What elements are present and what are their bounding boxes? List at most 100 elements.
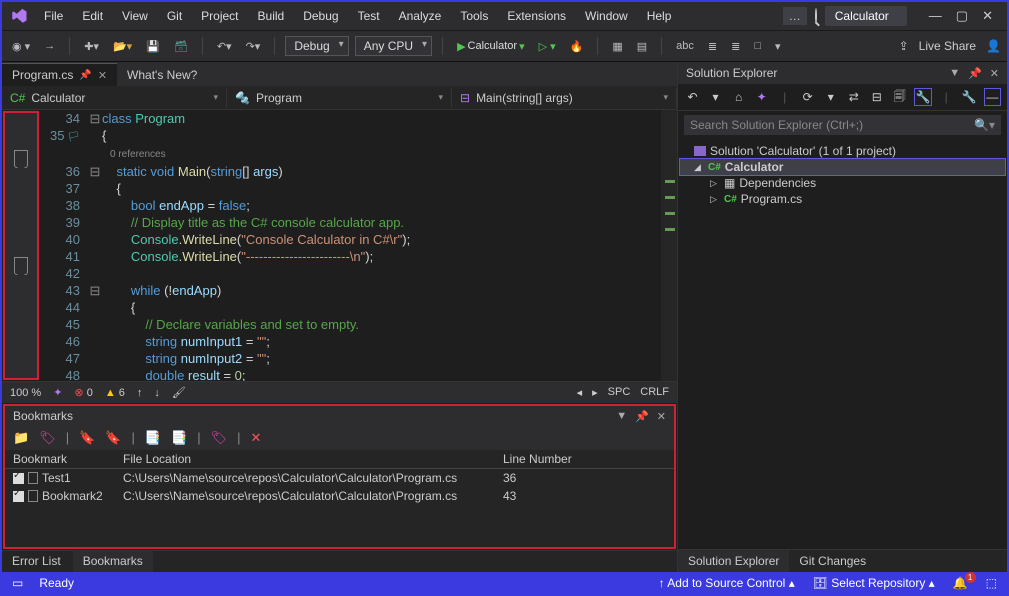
undo-button[interactable]: ↶▾ — [213, 38, 236, 55]
bm-disable-icon[interactable]: 🏷 — [211, 430, 228, 446]
config-combo[interactable]: Debug — [285, 36, 348, 56]
bookmark-marker-icon[interactable] — [14, 258, 28, 275]
menu-git[interactable]: Git — [159, 6, 190, 26]
comment-icon[interactable]: □ — [750, 38, 765, 54]
indent-mode[interactable]: SPC — [608, 386, 631, 399]
maximize-button[interactable]: ▢ — [956, 8, 968, 24]
solexp-close-icon[interactable]: ✕ — [990, 67, 999, 80]
wrench-icon[interactable]: 🔧 — [961, 88, 978, 106]
brush-icon[interactable]: 🖌 — [172, 386, 186, 399]
nav-up-icon[interactable]: ↑ — [137, 387, 143, 399]
bm-delete-icon[interactable]: ✕ — [251, 430, 262, 446]
switch-view-icon[interactable]: ⇄ — [845, 88, 862, 106]
title-search[interactable]: Calculator — [825, 6, 907, 26]
menu-tools[interactable]: Tools — [452, 6, 496, 26]
bookmark-checkbox[interactable] — [13, 491, 24, 502]
bm-prev-folder-icon[interactable]: 📑 — [145, 430, 161, 446]
properties-icon[interactable]: — — [984, 88, 1001, 106]
bm-new-icon[interactable]: 🏷 — [39, 430, 56, 446]
tool-abc-icon[interactable]: abc — [672, 38, 698, 54]
tool-icon-1[interactable]: ▦ — [608, 38, 626, 55]
bm-next-folder-icon[interactable]: 📑 — [171, 430, 187, 446]
live-share-button[interactable]: Live Share — [919, 39, 976, 53]
code-line[interactable]: 39 // Display title as the C# console ca… — [40, 214, 677, 231]
notifications-icon[interactable]: 🔔 — [953, 576, 968, 590]
tab-solution-explorer[interactable]: Solution Explorer — [678, 550, 789, 572]
menu-file[interactable]: File — [36, 6, 71, 26]
search-icon[interactable] — [815, 9, 817, 23]
code-line[interactable]: 47 string numInput2 = ""; — [40, 350, 677, 367]
tab-error-list[interactable]: Error List — [2, 551, 71, 572]
add-source-control[interactable]: ↑ Add to Source Control ▴ — [659, 576, 795, 590]
zoom-level[interactable]: 100 % — [10, 387, 41, 399]
new-item-button[interactable]: ✚▾ — [80, 38, 103, 55]
menu-edit[interactable]: Edit — [74, 6, 111, 26]
menu-extensions[interactable]: Extensions — [499, 6, 574, 26]
dependencies-node[interactable]: ▷▦Dependencies — [680, 175, 1005, 191]
close-tab-icon[interactable]: ✕ — [98, 69, 107, 82]
code-line[interactable]: 38 bool endApp = false; — [40, 197, 677, 214]
code-line[interactable]: 45 // Declare variables and set to empty… — [40, 316, 677, 333]
back-icon[interactable]: ↶ — [684, 88, 701, 106]
scroll-left-icon[interactable]: ◂ — [577, 386, 583, 399]
line-ending[interactable]: CRLF — [640, 386, 669, 399]
tab-git-changes[interactable]: Git Changes — [789, 550, 876, 572]
home-icon[interactable]: ⌂ — [730, 88, 747, 106]
menu-view[interactable]: View — [114, 6, 156, 26]
tab-whats-new[interactable]: What's New? — [117, 64, 207, 86]
menu-build[interactable]: Build — [250, 6, 293, 26]
overflow-menu[interactable]: … — [783, 7, 807, 25]
bookmark-marker-icon[interactable] — [14, 151, 28, 168]
nav-project-combo[interactable]: C#Calculator — [2, 88, 227, 108]
refresh-icon[interactable]: ⟳ — [799, 88, 816, 106]
sync-icon[interactable]: ✦ — [753, 88, 770, 106]
code-line[interactable]: 34⊟class Program — [40, 110, 677, 127]
bookmark-row[interactable]: Test1C:\Users\Name\source\repos\Calculat… — [5, 469, 674, 487]
solution-node[interactable]: Solution 'Calculator' (1 of 1 project) — [680, 143, 1005, 159]
bm-prev-icon[interactable]: 🔖 — [79, 430, 95, 446]
code-line[interactable]: 37 { — [40, 180, 677, 197]
show-all-icon[interactable]: 🗐 — [891, 88, 908, 106]
account-icon[interactable]: 👤 — [986, 39, 1001, 53]
uncomment-icon[interactable]: ▾ — [771, 38, 785, 55]
open-button[interactable]: 📂▾ — [109, 38, 136, 55]
perf-icon[interactable]: ⬚ — [986, 576, 997, 590]
indent-icon[interactable]: ≣ — [727, 38, 744, 55]
share-icon[interactable]: ⇪ — [899, 39, 909, 53]
tab-bookmarks[interactable]: Bookmarks — [73, 551, 153, 572]
code-line[interactable]: 44 { — [40, 299, 677, 316]
menu-analyze[interactable]: Analyze — [391, 6, 450, 26]
scroll-right-icon[interactable]: ▸ — [592, 386, 598, 399]
solexp-pin-icon[interactable]: 📌 — [968, 67, 982, 80]
error-icon[interactable]: ⊗ — [74, 387, 83, 399]
code-line[interactable]: 48 double result = 0; — [40, 367, 677, 381]
panel-dropdown-icon[interactable]: ▼ — [616, 410, 627, 423]
output-icon[interactable]: ▭ — [12, 576, 23, 590]
back-button[interactable]: ◉ ▾ — [8, 38, 34, 55]
code-line[interactable]: 46 string numInput1 = ""; — [40, 333, 677, 350]
menu-debug[interactable]: Debug — [295, 6, 346, 26]
solexp-dropdown-icon[interactable]: ▼ — [949, 67, 960, 80]
pin-icon[interactable]: 📌 — [79, 70, 91, 81]
program-cs-node[interactable]: ▷C#Program.cs — [680, 191, 1005, 207]
solexp-search[interactable]: Search Solution Explorer (Ctrl+;)🔍▾ — [684, 115, 1001, 135]
scroll-minimap[interactable] — [661, 110, 677, 381]
hot-reload-icon[interactable]: 🔥 — [566, 38, 588, 55]
save-button[interactable]: 💾 — [142, 38, 164, 55]
close-button[interactable]: ✕ — [982, 8, 993, 24]
menu-project[interactable]: Project — [193, 6, 246, 26]
search-go-icon[interactable]: 🔍▾ — [974, 118, 995, 132]
select-repository[interactable]: 🗄 Select Repository ▴ — [813, 576, 935, 590]
preview-icon[interactable]: 🔧 — [914, 88, 931, 106]
code-line[interactable]: 42 — [40, 265, 677, 282]
code-line[interactable]: 35 🏳{ — [40, 127, 677, 146]
code-line[interactable]: 41 Console.WriteLine("------------------… — [40, 248, 677, 265]
bookmark-checkbox[interactable] — [13, 473, 24, 484]
redo-button[interactable]: ↷▾ — [242, 38, 265, 55]
health-icon[interactable]: ✦ — [53, 386, 62, 399]
bm-new-folder-icon[interactable]: 📁 — [13, 430, 29, 446]
run-button[interactable]: ▶ Calculator ▾ — [453, 38, 529, 55]
code-line[interactable]: 36⊟ static void Main(string[] args) — [40, 163, 677, 180]
tab-program-cs[interactable]: Program.cs📌✕ — [2, 63, 117, 86]
menu-test[interactable]: Test — [350, 6, 388, 26]
